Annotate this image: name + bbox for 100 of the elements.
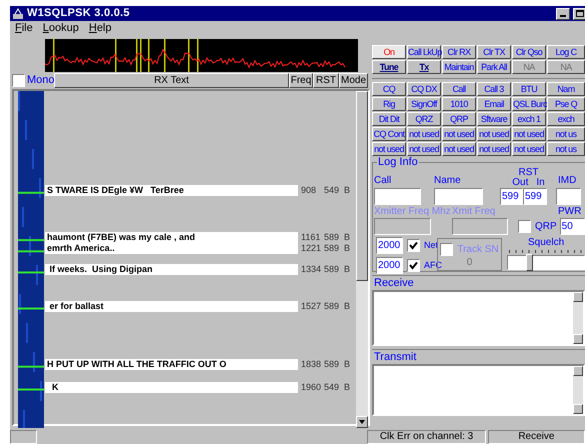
- column-header[interactable]: Mode: [339, 73, 368, 88]
- macro-button[interactable]: not used: [512, 142, 546, 156]
- field-label: Xmitter Freq Mhz: [374, 207, 452, 217]
- macro-button[interactable]: Clr TX: [477, 45, 511, 59]
- mode: B: [343, 380, 350, 394]
- rst: 589: [323, 230, 340, 244]
- checkbox-label: Mono: [27, 73, 55, 88]
- field-label: Out: [512, 178, 528, 188]
- slider-thumb[interactable]: [526, 254, 533, 271]
- macro-button[interactable]: Pse Q: [547, 97, 585, 111]
- macro-button[interactable]: Rig: [372, 97, 406, 111]
- macro-button[interactable]: Dit Dit: [372, 112, 406, 126]
- track-sn-value: 0: [466, 258, 472, 268]
- frequency: 1527: [300, 300, 322, 313]
- macro-button[interactable]: not us: [547, 127, 585, 141]
- macro-button[interactable]: Call: [442, 82, 476, 96]
- call-field[interactable]: [374, 188, 421, 205]
- rx-text: If weeks. Using Digipan: [45, 264, 298, 275]
- macro-button[interactable]: not used: [372, 142, 406, 156]
- macro-button[interactable]: Tx: [407, 60, 441, 74]
- receive-text-area[interactable]: [372, 290, 585, 346]
- frequency: 1161: [300, 230, 322, 244]
- column-header[interactable]: RX Text: [54, 73, 289, 88]
- macro-button[interactable]: Email: [477, 97, 511, 111]
- macro-button[interactable]: not used: [442, 142, 476, 156]
- group-title: Log Info: [377, 156, 419, 168]
- checkbox-label: Net: [424, 238, 438, 252]
- menu-item[interactable]: Help: [88, 20, 112, 37]
- macro-button[interactable]: exch 1: [512, 112, 546, 126]
- rst-in-field[interactable]: 599: [523, 188, 547, 205]
- rx-text: er for ballast: [45, 301, 298, 312]
- rst: 549: [323, 184, 340, 197]
- checkbox[interactable]: [518, 220, 531, 233]
- frequency: 1334: [300, 262, 322, 276]
- macro-button[interactable]: QRZ: [407, 112, 441, 126]
- checkbox[interactable]: [440, 243, 454, 256]
- checkbox[interactable]: [12, 74, 25, 87]
- field-label: Xmit Freq: [452, 207, 496, 217]
- macro-button[interactable]: Clr Qso: [512, 45, 546, 59]
- maximize-button[interactable]: [573, 8, 585, 20]
- macro-button[interactable]: CQ DX: [407, 82, 441, 96]
- slider-track[interactable]: [507, 255, 585, 270]
- scrollbar[interactable]: [356, 91, 368, 428]
- macro-button[interactable]: not used: [407, 142, 441, 156]
- menu-item[interactable]: File: [15, 20, 33, 37]
- rx-text: S TWARE IS DEgle ¥W TerBree: [45, 185, 298, 196]
- rst: 589: [323, 358, 340, 371]
- macro-button[interactable]: Tune: [372, 60, 406, 74]
- macro-button[interactable]: CQ Cont: [372, 127, 406, 141]
- macro-button[interactable]: Clr RX: [442, 45, 476, 59]
- macro-button[interactable]: not used: [477, 142, 511, 156]
- macro-button[interactable]: exch: [547, 112, 585, 126]
- macro-button[interactable]: not used: [512, 127, 546, 141]
- rst: 589: [323, 300, 340, 313]
- pwr-field[interactable]: 50: [560, 218, 585, 235]
- pane-label: Receive: [374, 277, 415, 289]
- macro-button[interactable]: Log C: [547, 45, 585, 59]
- app-icon: [12, 8, 24, 20]
- macro-button[interactable]: 1010: [442, 97, 476, 111]
- offset-field[interactable]: 2000: [376, 257, 403, 274]
- frequency: 1838: [300, 358, 322, 371]
- rst-out-field[interactable]: 599: [500, 188, 523, 205]
- field-label: In: [536, 178, 545, 188]
- checkbox-label: Track SN: [457, 243, 499, 257]
- frequency: 908: [300, 184, 318, 197]
- scrollbar[interactable]: [573, 366, 583, 414]
- macro-button[interactable]: Call 3: [477, 82, 511, 96]
- menu-item[interactable]: Lookup: [42, 20, 79, 37]
- macro-button[interactable]: On: [372, 45, 406, 59]
- field-label: PWR: [558, 207, 582, 217]
- checkbox[interactable]: [407, 259, 420, 272]
- offset-field[interactable]: 2000: [376, 237, 403, 254]
- transmit-text-area[interactable]: [372, 364, 585, 416]
- down-arrow-icon: [359, 420, 365, 424]
- checkbox[interactable]: [407, 239, 420, 252]
- mode: B: [343, 262, 350, 276]
- column-header[interactable]: Freq: [289, 73, 313, 88]
- slider-label: Squelch: [528, 237, 566, 248]
- field-label: RST: [518, 168, 538, 178]
- macro-button[interactable]: not used: [477, 127, 511, 141]
- macro-button[interactable]: not used: [407, 127, 441, 141]
- scrollbar[interactable]: [573, 292, 583, 344]
- macro-button[interactable]: not us: [547, 142, 585, 156]
- macro-button[interactable]: Nam: [547, 82, 585, 96]
- field-label: Name: [434, 174, 462, 188]
- name-field[interactable]: [434, 188, 483, 205]
- imd-field[interactable]: [556, 188, 581, 205]
- macro-button[interactable]: BTU: [512, 82, 546, 96]
- macro-button[interactable]: QRP: [442, 112, 476, 126]
- field-label: IMD: [558, 174, 576, 188]
- macro-button[interactable]: SignOff: [407, 97, 441, 111]
- macro-button[interactable]: Park All: [477, 60, 511, 74]
- status-panel: Receive: [488, 430, 585, 444]
- macro-button[interactable]: not used: [442, 127, 476, 141]
- mode: B: [343, 358, 350, 371]
- macro-button[interactable]: CQ: [372, 82, 406, 96]
- minimize-button[interactable]: [556, 8, 570, 20]
- macro-button[interactable]: Maintain: [442, 60, 476, 74]
- column-header[interactable]: RST: [313, 73, 339, 88]
- macro-button[interactable]: Sftware: [477, 112, 511, 126]
